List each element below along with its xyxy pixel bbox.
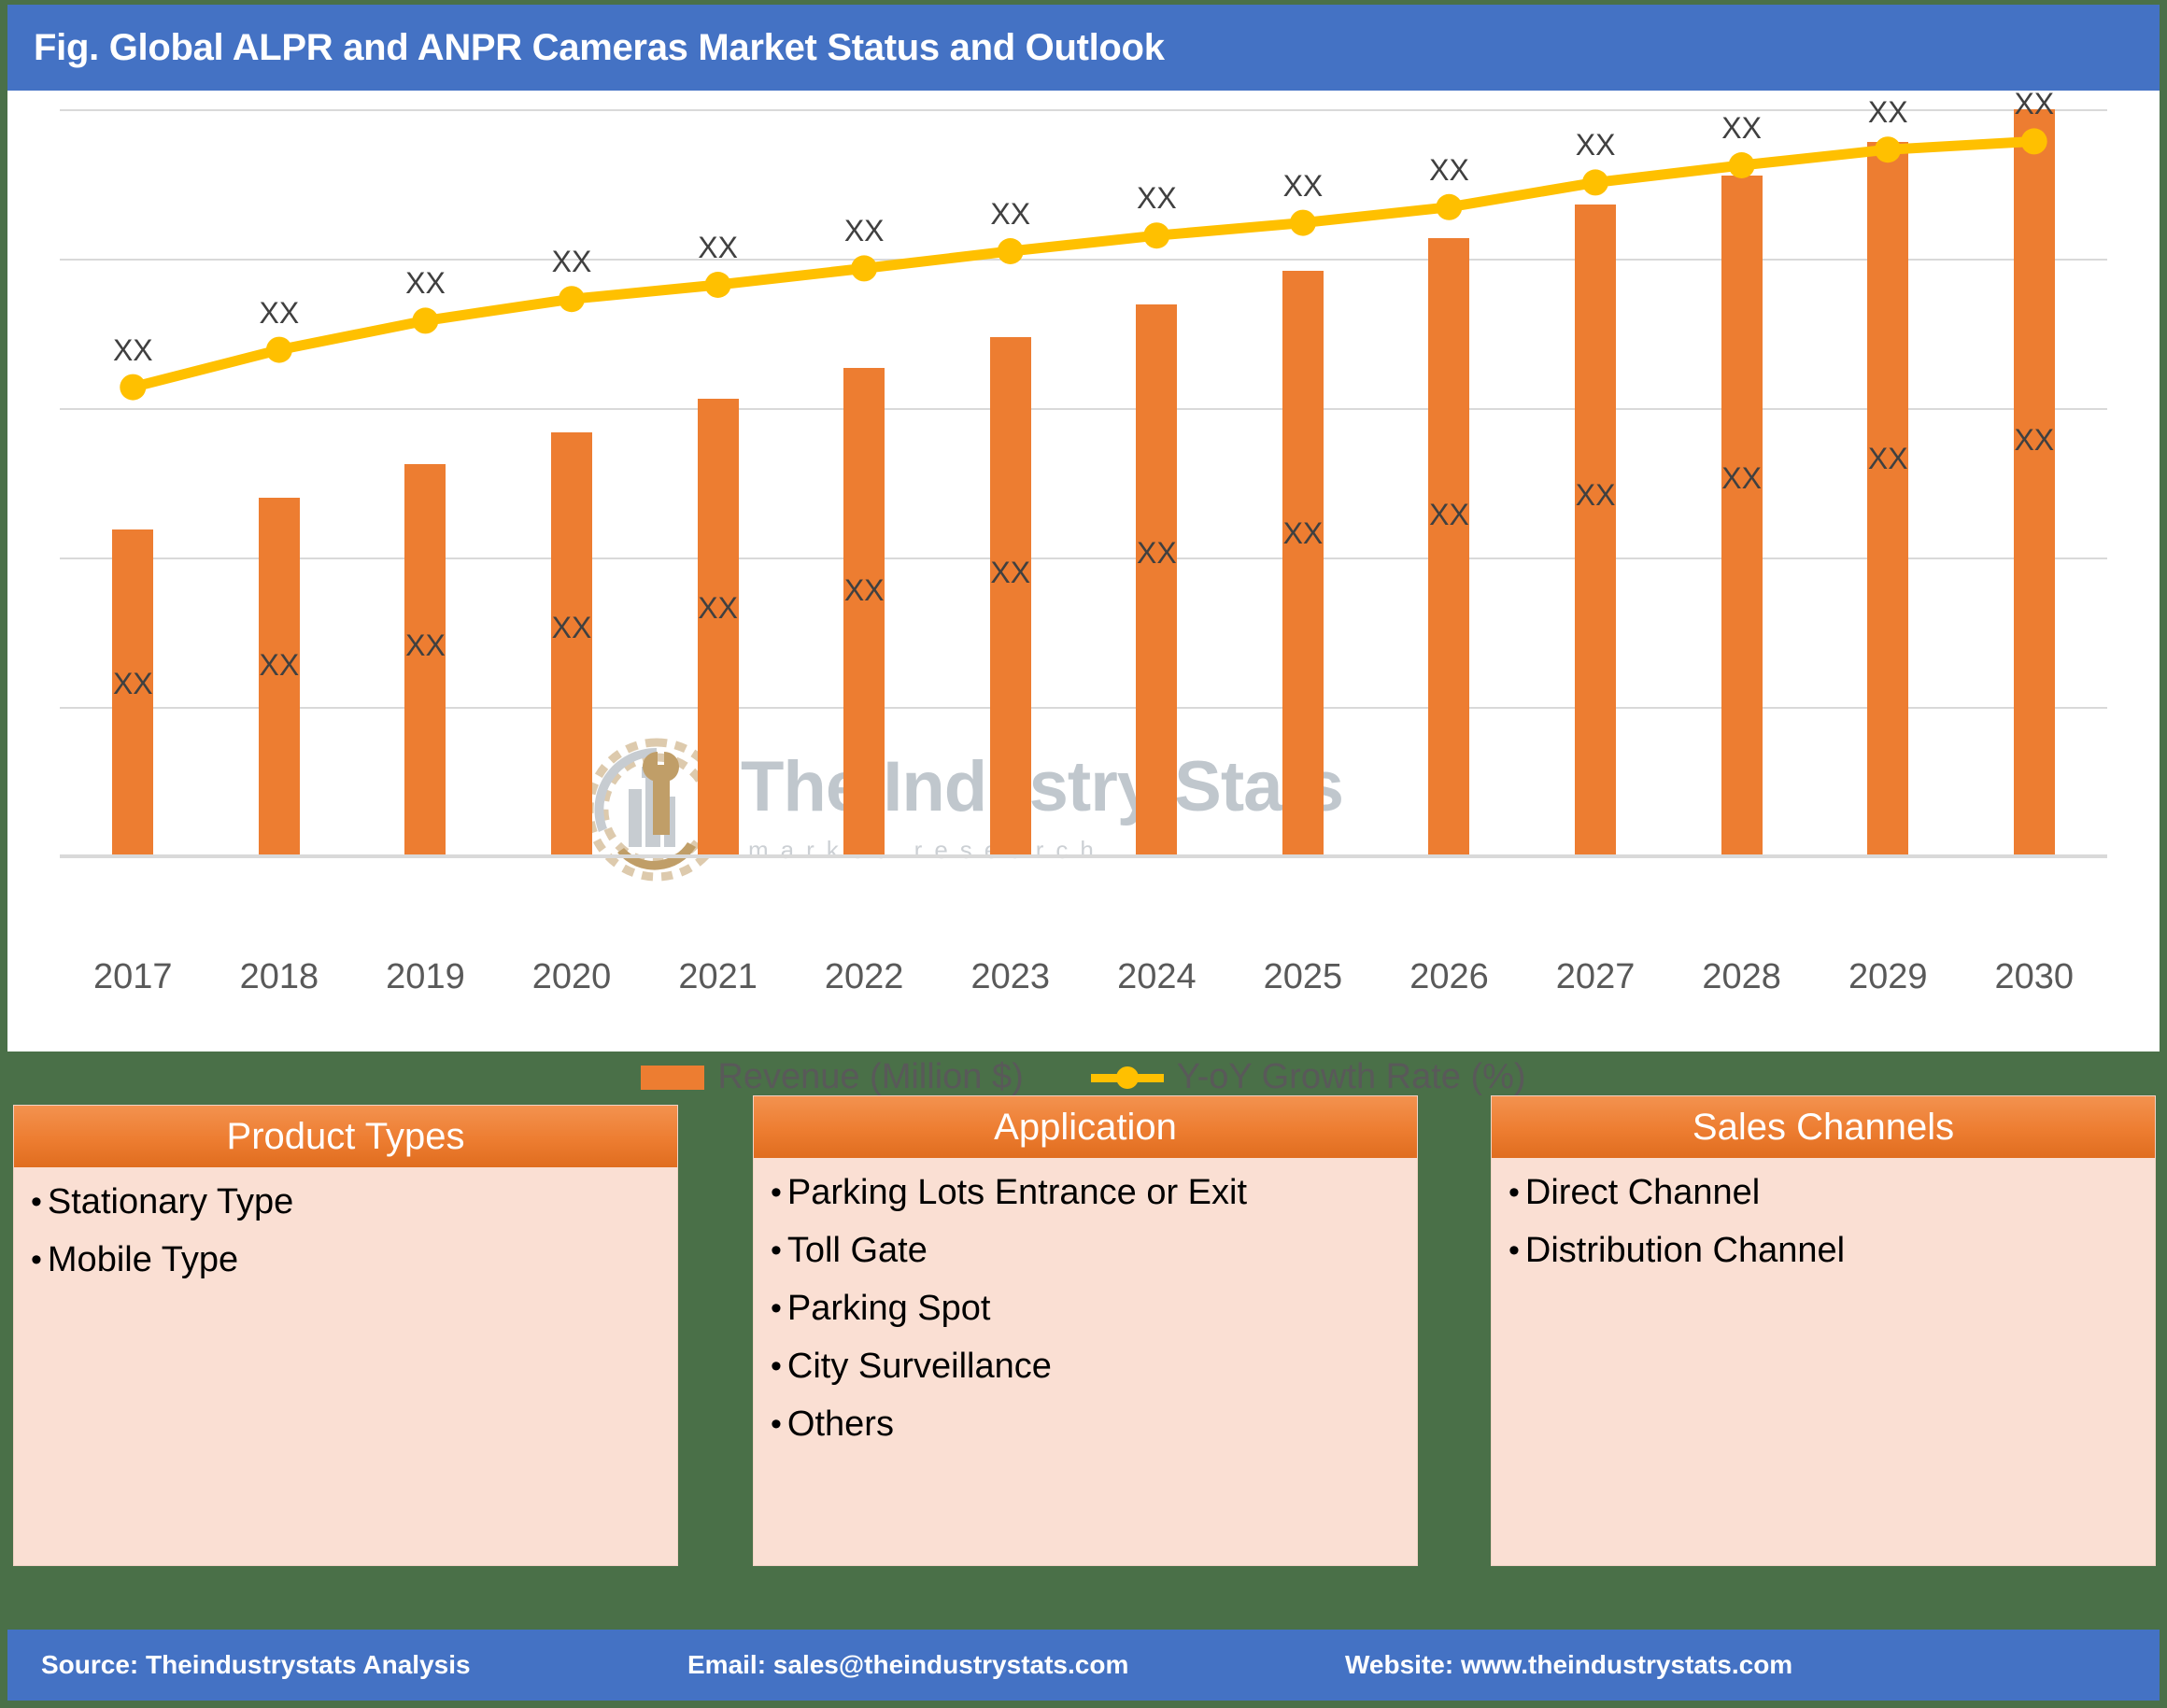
growth-rate-marker[interactable] bbox=[412, 307, 439, 334]
panel-list-item-label: Stationary Type bbox=[47, 1182, 294, 1221]
panel-body: • Stationary Type • Mobile Type bbox=[14, 1167, 677, 1279]
segment-panel-product-types: Product Types • Stationary Type • Mobile Ty… bbox=[13, 1105, 678, 1566]
panel-list-item: • Others bbox=[771, 1404, 1417, 1444]
chart-card: The Industry Stats market research XX XX X… bbox=[7, 87, 2160, 1096]
bullet-icon: • bbox=[771, 1348, 782, 1384]
panel-list-item-label: Distribution Channel bbox=[1524, 1230, 1846, 1270]
x-axis-tick-label: 2017 bbox=[93, 957, 173, 996]
infographic-page: Fig. Global ALPR and ANPR Cameras Market… bbox=[0, 0, 2167, 1708]
panel-header: Product Types bbox=[14, 1106, 677, 1167]
growth-rate-marker[interactable] bbox=[1143, 222, 1170, 249]
bullet-icon: • bbox=[771, 1175, 782, 1210]
growth-rate-marker[interactable] bbox=[997, 238, 1024, 264]
growth-rate-marker[interactable] bbox=[2020, 128, 2047, 155]
x-axis-tick-label: 2022 bbox=[824, 957, 904, 996]
panel-title: Application bbox=[994, 1106, 1177, 1148]
segment-panel-application: Application • Parking Lots Entrance or Ex… bbox=[753, 1095, 1418, 1566]
x-axis-tick-label: 2029 bbox=[1848, 957, 1928, 996]
panel-list-item: • Toll Gate bbox=[771, 1230, 1417, 1270]
x-axis-tick-label: 2019 bbox=[386, 957, 465, 996]
footer-email: Email: sales@theindustrystats.com bbox=[687, 1650, 1129, 1679]
bullet-icon: • bbox=[1508, 1232, 1520, 1268]
x-axis-tick-label: 2023 bbox=[970, 957, 1051, 996]
title-bar: Fig. Global ALPR and ANPR Cameras Market… bbox=[7, 5, 2160, 91]
segment-panel-sales-channels: Sales Channels • Direct Channel • Distribut… bbox=[1491, 1095, 2156, 1566]
x-axis-tick-label: 2027 bbox=[1555, 957, 1636, 996]
panel-list-item: • Distribution Channel bbox=[1508, 1230, 2155, 1270]
bullet-icon: • bbox=[771, 1290, 782, 1326]
x-axis-tick-label: 2018 bbox=[239, 957, 319, 996]
panel-list-item: • Stationary Type bbox=[31, 1182, 677, 1221]
legend-label-growth-rate: Y-oY Growth Rate (%) bbox=[1176, 1057, 1526, 1096]
panel-title: Sales Channels bbox=[1692, 1106, 1955, 1148]
plot-area: XX XX XX XX XX XX XX XX XX XX XX XX XX XX XX XX XX XX XX XX… bbox=[60, 87, 2107, 858]
x-axis-tick-label: 2028 bbox=[1702, 957, 1781, 996]
x-axis-tick-label: 2026 bbox=[1409, 957, 1489, 996]
growth-rate-line-series bbox=[120, 128, 2047, 401]
growth-rate-marker[interactable] bbox=[559, 286, 585, 313]
bullet-icon: • bbox=[771, 1405, 782, 1442]
panel-list-item: • Parking Lots Entrance or Exit bbox=[771, 1173, 1417, 1212]
bullet-icon: • bbox=[31, 1241, 42, 1277]
panel-list-item-label: Direct Channel bbox=[1524, 1173, 1761, 1212]
page-title: Fig. Global ALPR and ANPR Cameras Market… bbox=[34, 26, 1165, 68]
panel-list-item: • Direct Channel bbox=[1508, 1173, 2155, 1212]
footer-source: Source: Theindustrystats Analysis bbox=[41, 1650, 471, 1679]
x-axis-tick-label: 2030 bbox=[1994, 957, 2075, 996]
bullet-icon: • bbox=[1508, 1175, 1520, 1210]
growth-rate-marker[interactable] bbox=[851, 255, 878, 282]
panel-title: Product Types bbox=[226, 1115, 465, 1157]
panel-list-item-label: City Surveillance bbox=[786, 1346, 1052, 1386]
panel-body: • Direct Channel • Distribution Channel bbox=[1492, 1158, 2155, 1270]
growth-rate-markers bbox=[120, 128, 2047, 401]
growth-rate-marker[interactable] bbox=[120, 374, 147, 401]
panel-list-item-label: Others bbox=[786, 1404, 894, 1444]
growth-rate-marker[interactable] bbox=[704, 272, 731, 298]
growth-rate-marker[interactable] bbox=[265, 336, 292, 363]
legend-entry-growth-rate[interactable]: Y-oY Growth Rate (%) bbox=[1090, 1057, 1526, 1097]
panel-list-item-label: Toll Gate bbox=[786, 1230, 928, 1270]
panel-list-item-label: Parking Spot bbox=[786, 1288, 991, 1328]
x-axis-baseline bbox=[60, 854, 2107, 857]
legend-line-swatch-icon bbox=[1090, 1066, 1164, 1090]
panel-list-item: • Parking Spot bbox=[771, 1288, 1417, 1328]
x-axis-tick-label: 2020 bbox=[531, 957, 612, 996]
growth-rate-marker[interactable] bbox=[1436, 193, 1463, 220]
x-axis-tick-label: 2021 bbox=[678, 957, 758, 996]
bullet-icon: • bbox=[31, 1184, 42, 1220]
x-axis-tick-label: 2025 bbox=[1263, 957, 1343, 996]
legend-entry-revenue[interactable]: Revenue (Million $) bbox=[641, 1057, 1024, 1097]
x-axis-ticks: 2017 2018 2019 2020 2021 2022 2023 2024 2025 2026… bbox=[60, 957, 2107, 1002]
panel-header: Sales Channels bbox=[1492, 1096, 2155, 1158]
growth-rate-marker[interactable] bbox=[1289, 209, 1316, 236]
bullet-icon: • bbox=[771, 1232, 782, 1268]
growth-rate-marker[interactable] bbox=[1582, 169, 1608, 196]
footer-bar: Source: Theindustrystats Analysis Email:… bbox=[7, 1630, 2160, 1701]
x-axis-tick-label: 2024 bbox=[1117, 957, 1197, 996]
legend-bar-swatch-icon bbox=[641, 1065, 705, 1090]
footer-website: Website: www.theindustrystats.com bbox=[1345, 1650, 1793, 1679]
panel-list-item: • Mobile Type bbox=[31, 1239, 677, 1279]
panel-list-item-label: Parking Lots Entrance or Exit bbox=[786, 1173, 1248, 1212]
chart-legend: Revenue (Million $) Y-oY Growth Rate (%) bbox=[7, 1057, 2160, 1097]
panel-body: • Parking Lots Entrance or Exit • Toll Gate… bbox=[754, 1158, 1417, 1443]
growth-rate-marker[interactable] bbox=[1728, 152, 1755, 178]
panel-list-item: • City Surveillance bbox=[771, 1348, 1417, 1386]
growth-rate-polyline bbox=[127, 135, 2040, 393]
legend-label-revenue: Revenue (Million $) bbox=[717, 1057, 1024, 1096]
panel-header: Application bbox=[754, 1096, 1417, 1158]
growth-rate-marker[interactable] bbox=[1875, 136, 1902, 163]
panel-list-item-label: Mobile Type bbox=[47, 1239, 239, 1279]
